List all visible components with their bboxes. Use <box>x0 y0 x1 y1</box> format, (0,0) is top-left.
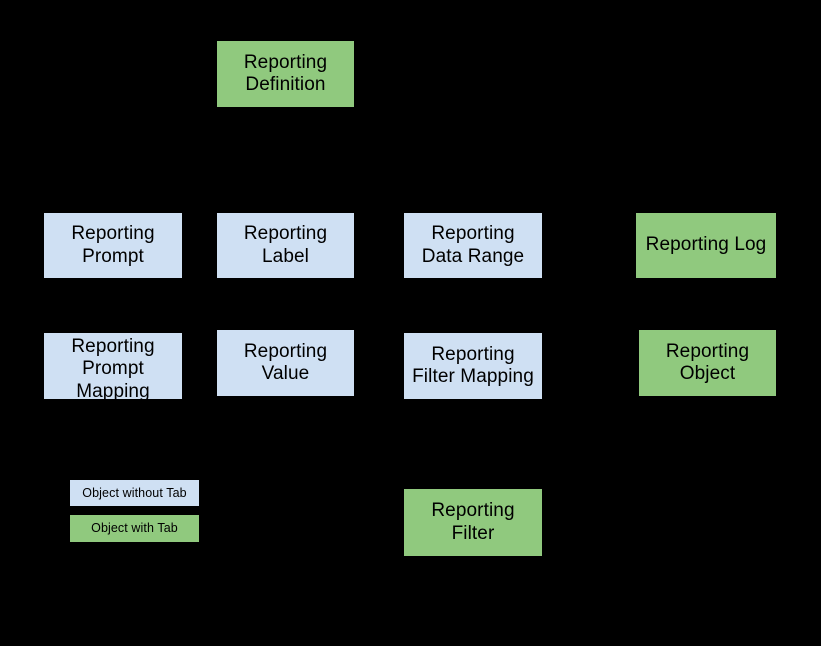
node-reporting-prompt-mapping[interactable]: Reporting Prompt Mapping <box>43 332 183 402</box>
node-reporting-filter[interactable]: Reporting Filter <box>403 488 543 557</box>
node-reporting-filter-mapping[interactable]: Reporting Filter Mapping <box>403 332 543 400</box>
node-reporting-value[interactable]: Reporting Value <box>216 329 355 397</box>
node-reporting-definition[interactable]: Reporting Definition <box>216 40 355 108</box>
legend-item-object-with-tab: Object with Tab <box>69 514 200 543</box>
node-reporting-prompt[interactable]: Reporting Prompt <box>43 212 183 279</box>
node-reporting-object[interactable]: Reporting Object <box>638 329 777 397</box>
node-reporting-data-range[interactable]: Reporting Data Range <box>403 212 543 279</box>
legend-item-object-without-tab: Object without Tab <box>69 479 200 507</box>
node-reporting-log[interactable]: Reporting Log <box>635 212 777 279</box>
diagram-canvas: Reporting Definition Reporting Prompt Re… <box>0 0 821 646</box>
node-reporting-label[interactable]: Reporting Label <box>216 212 355 279</box>
